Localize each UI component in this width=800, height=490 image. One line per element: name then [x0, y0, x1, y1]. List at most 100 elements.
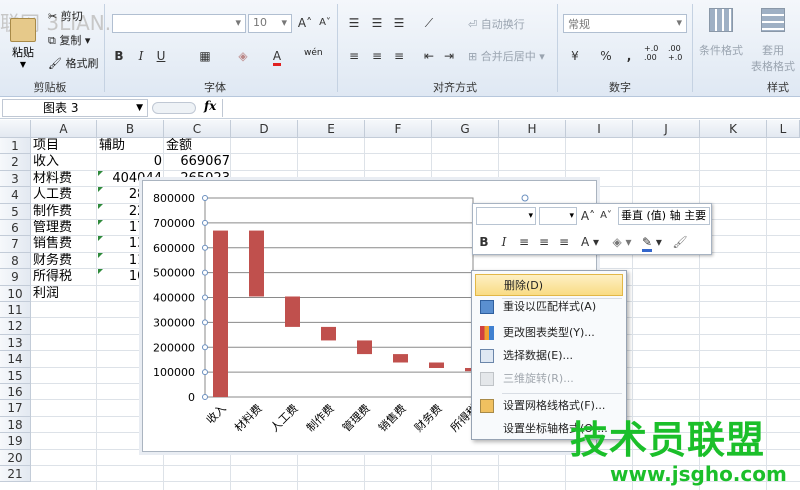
error-indicator[interactable] — [98, 187, 103, 193]
bar-人工费[interactable] — [285, 296, 300, 327]
mini-align-right-icon[interactable]: ≡ — [555, 233, 573, 251]
copy-button[interactable]: ⧉ 复制 ▾ — [48, 32, 90, 48]
cell-a1[interactable]: 项目 — [33, 138, 95, 154]
cell-a10[interactable]: 利润 — [33, 286, 95, 302]
shrink-font-button[interactable]: A˅ — [316, 14, 334, 32]
cell-a5[interactable]: 制作费 — [33, 204, 95, 220]
row-header-21[interactable]: 21 — [0, 466, 31, 483]
cell-a4[interactable]: 人工费 — [33, 187, 95, 203]
gridline-selection-handle[interactable] — [521, 194, 529, 202]
currency-button[interactable]: ¥ — [566, 47, 584, 65]
row-header-19[interactable]: 19 — [0, 433, 31, 450]
column-header-h[interactable]: H — [499, 120, 566, 138]
cell-a6[interactable]: 管理费 — [33, 220, 95, 236]
percent-button[interactable]: % — [597, 47, 615, 65]
number-format-dropdown[interactable]: 常规 ▾ — [563, 14, 687, 33]
mini-grow-font-button[interactable]: A˄ — [579, 207, 597, 225]
cell-a7[interactable]: 销售费 — [33, 236, 95, 252]
menu-item-reset-style[interactable]: 重设以匹配样式(A) — [475, 296, 623, 318]
cell-a9[interactable]: 所得税 — [33, 269, 95, 285]
orientation-icon[interactable]: ⟋ — [420, 14, 438, 32]
cell-c1[interactable]: 金额 — [166, 138, 230, 154]
column-header-c[interactable]: C — [164, 120, 231, 138]
row-header-16[interactable]: 16 — [0, 384, 31, 401]
row-header-4[interactable]: 4 — [0, 187, 31, 204]
row-header-2[interactable]: 2 — [0, 154, 31, 171]
align-center-icon[interactable]: ≡ — [368, 47, 386, 65]
bold-button[interactable]: B — [110, 47, 128, 65]
paste-button[interactable]: 粘贴 ▼ — [6, 18, 40, 74]
menu-item-delete[interactable]: 删除(D) — [475, 274, 623, 296]
menu-item-format-gridlines[interactable]: 设置网格线格式(F)... — [475, 395, 623, 417]
indent-increase-icon[interactable]: ⇥ — [440, 47, 458, 65]
bar-销售费[interactable] — [393, 354, 408, 363]
axis-selection-handle[interactable] — [202, 369, 208, 376]
error-indicator[interactable] — [98, 203, 103, 209]
font-color-button[interactable]: A — [268, 47, 286, 66]
column-header-d[interactable]: D — [231, 120, 298, 138]
merge-center-button[interactable]: ⊞ 合并后居中 ▾ — [468, 48, 545, 64]
conditional-format-button[interactable]: 条件格式 — [697, 6, 745, 66]
fill-color-icon[interactable]: ◈ — [234, 47, 252, 65]
wrap-text-button[interactable]: ⏎ 自动换行 — [468, 16, 525, 32]
error-indicator[interactable] — [98, 252, 103, 258]
axis-selection-handle[interactable] — [202, 195, 208, 201]
select-all[interactable] — [0, 120, 31, 138]
cell-b2[interactable]: 0 — [99, 154, 162, 170]
bar-财务费[interactable] — [429, 362, 444, 368]
mini-fill-color-icon[interactable]: ◈ ▾ — [609, 233, 635, 251]
mini-italic-button[interactable]: I — [495, 233, 513, 251]
indent-decrease-icon[interactable]: ⇤ — [420, 47, 438, 65]
column-header-e[interactable]: E — [298, 120, 365, 138]
font-name-dropdown[interactable]: ▾ — [112, 14, 246, 33]
increase-decimal-button[interactable]: +.0 .00 — [644, 44, 664, 62]
mini-format-painter-icon[interactable]: 🖌 — [671, 233, 689, 251]
comma-button[interactable]: , — [620, 47, 638, 65]
mini-align-left-icon[interactable]: ≡ — [515, 233, 533, 251]
row-header-17[interactable]: 17 — [0, 400, 31, 417]
cell-c2[interactable]: 669067 — [166, 154, 230, 170]
mini-size-dropdown[interactable]: ▾ — [539, 207, 577, 225]
align-top-icon[interactable]: ☰ — [345, 14, 363, 32]
grow-font-button[interactable]: A˄ — [296, 14, 314, 32]
mini-shrink-font-button[interactable]: A˅ — [597, 207, 615, 225]
error-indicator[interactable] — [98, 269, 103, 275]
format-as-table-button[interactable]: 套用 表格格式 — [748, 6, 798, 76]
axis-selection-handle[interactable] — [202, 294, 208, 301]
bar-制作费[interactable] — [321, 326, 336, 341]
row-header-3[interactable]: 3 — [0, 170, 31, 188]
insert-function-icon[interactable]: fx — [204, 99, 216, 113]
row-header-1[interactable]: 1 — [0, 138, 31, 155]
axis-selection-handle[interactable] — [202, 344, 208, 351]
row-header-6[interactable]: 6 — [0, 220, 31, 237]
error-indicator[interactable] — [98, 220, 103, 225]
phonetic-button[interactable]: wén — [304, 48, 323, 58]
column-header-b[interactable]: B — [97, 120, 164, 138]
row-header-15[interactable]: 15 — [0, 367, 31, 384]
mini-outline-color-icon[interactable]: ✎ ▾ — [639, 233, 665, 252]
menu-item-change-chart-type[interactable]: 更改图表类型(Y)... — [475, 322, 623, 344]
mini-font-color-button[interactable]: A ▾ — [577, 233, 603, 251]
cut-button[interactable]: ✂ 剪切 — [48, 8, 83, 24]
mini-align-center-icon[interactable]: ≡ — [535, 233, 553, 251]
align-right-icon[interactable]: ≡ — [390, 47, 408, 65]
column-header-l[interactable]: L — [767, 120, 800, 138]
column-header-f[interactable]: F — [365, 120, 432, 138]
menu-item-select-data[interactable]: 选择数据(E)... — [475, 345, 623, 367]
cell-b1[interactable]: 辅助 — [99, 138, 162, 154]
row-header-8[interactable]: 8 — [0, 252, 31, 270]
font-size-dropdown[interactable]: 10 ▾ — [248, 14, 292, 33]
row-header-10[interactable]: 10 — [0, 285, 31, 302]
mini-element-dropdown[interactable]: 垂直 (值) 轴 主要 — [618, 207, 710, 225]
mini-bold-button[interactable]: B — [475, 233, 493, 251]
cell-a3[interactable]: 材料费 — [33, 171, 95, 187]
row-header-7[interactable]: 7 — [0, 236, 31, 253]
row-header-5[interactable]: 5 — [0, 203, 31, 220]
align-middle-icon[interactable]: ☰ — [368, 14, 386, 32]
bar-材料费[interactable] — [249, 230, 264, 297]
axis-selection-handle[interactable] — [202, 319, 208, 326]
row-header-9[interactable]: 9 — [0, 269, 31, 286]
row-header-11[interactable]: 11 — [0, 302, 31, 319]
format-painter-button[interactable]: 🖌 格式刷 — [48, 55, 98, 71]
error-indicator[interactable] — [98, 236, 103, 242]
